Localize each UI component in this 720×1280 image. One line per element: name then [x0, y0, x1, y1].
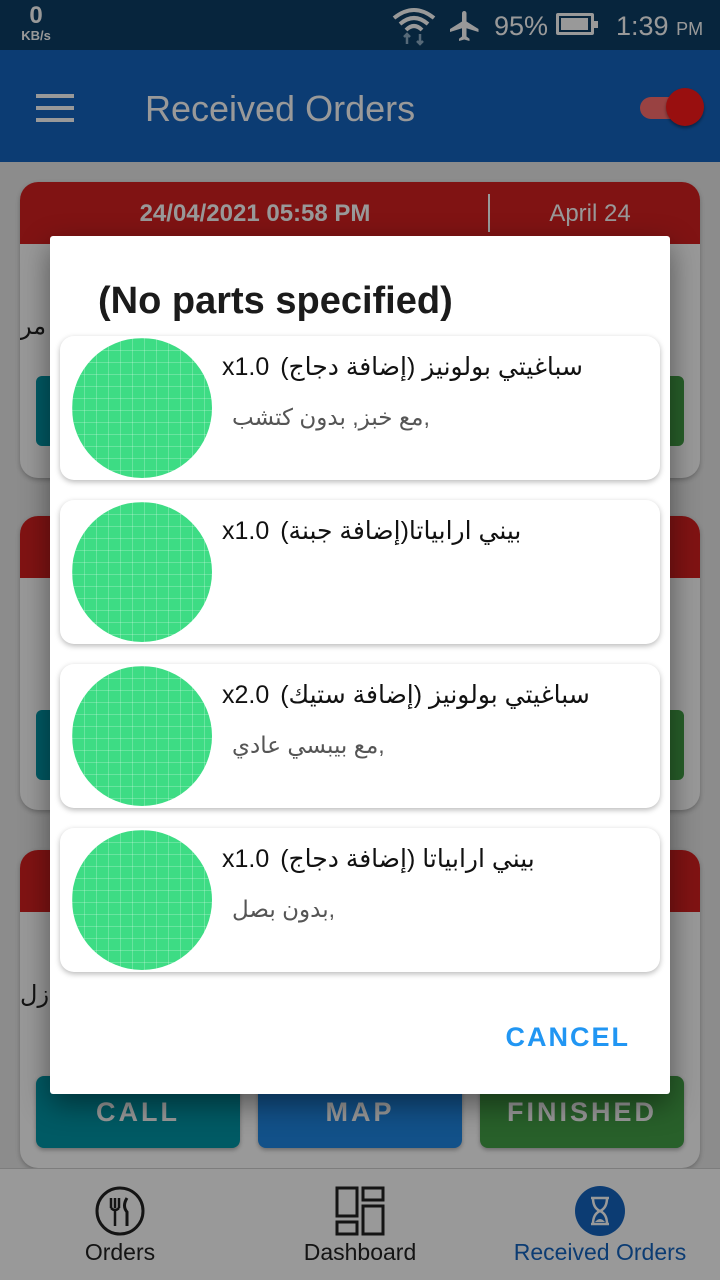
- item-name: سباغيتي بولونيز (إضافة ستيك): [280, 681, 590, 709]
- item-name: بيني ارابياتا(إضافة جبنة): [280, 517, 522, 545]
- item-title: x1.0 سباغيتي بولونيز (إضافة دجاج): [222, 352, 583, 382]
- item-quantity: x2.0: [222, 681, 270, 709]
- order-items-list[interactable]: x1.0 سباغيتي بولونيز (إضافة دجاج) مع خبز…: [50, 328, 670, 982]
- cancel-button[interactable]: CANCEL: [506, 1022, 631, 1053]
- item-quantity: x1.0: [222, 353, 270, 381]
- list-item[interactable]: x2.0 سباغيتي بولونيز (إضافة ستيك) مع بيب…: [60, 664, 660, 808]
- item-name: سباغيتي بولونيز (إضافة دجاج): [280, 353, 584, 381]
- dialog-title: (No parts specified): [98, 280, 453, 322]
- item-quantity: x1.0: [222, 845, 270, 873]
- item-quantity: x1.0: [222, 517, 270, 545]
- item-name: بيني ارابياتا (إضافة دجاج): [280, 845, 535, 873]
- item-note: مع خبز, بدون كتشب,: [232, 404, 430, 430]
- list-item[interactable]: x1.0 سباغيتي بولونيز (إضافة دجاج) مع خبز…: [60, 336, 660, 480]
- item-title: x1.0 بيني ارابياتا(إضافة جبنة): [222, 516, 521, 546]
- item-title: x2.0 سباغيتي بولونيز (إضافة ستيك): [222, 680, 590, 710]
- item-thumbnail: [72, 830, 212, 970]
- item-title: x1.0 بيني ارابياتا (إضافة دجاج): [222, 844, 535, 874]
- order-items-dialog: (No parts specified) x1.0 سباغيتي بولوني…: [50, 236, 670, 1094]
- item-thumbnail: [72, 502, 212, 642]
- item-note: مع بيبسي عادي,: [232, 732, 385, 758]
- list-item[interactable]: x1.0 بيني ارابياتا (إضافة دجاج) بدون بصل…: [60, 828, 660, 972]
- item-thumbnail: [72, 666, 212, 806]
- list-item[interactable]: x1.0 بيني ارابياتا(إضافة جبنة): [60, 500, 660, 644]
- item-thumbnail: [72, 338, 212, 478]
- item-note: بدون بصل,: [232, 896, 336, 922]
